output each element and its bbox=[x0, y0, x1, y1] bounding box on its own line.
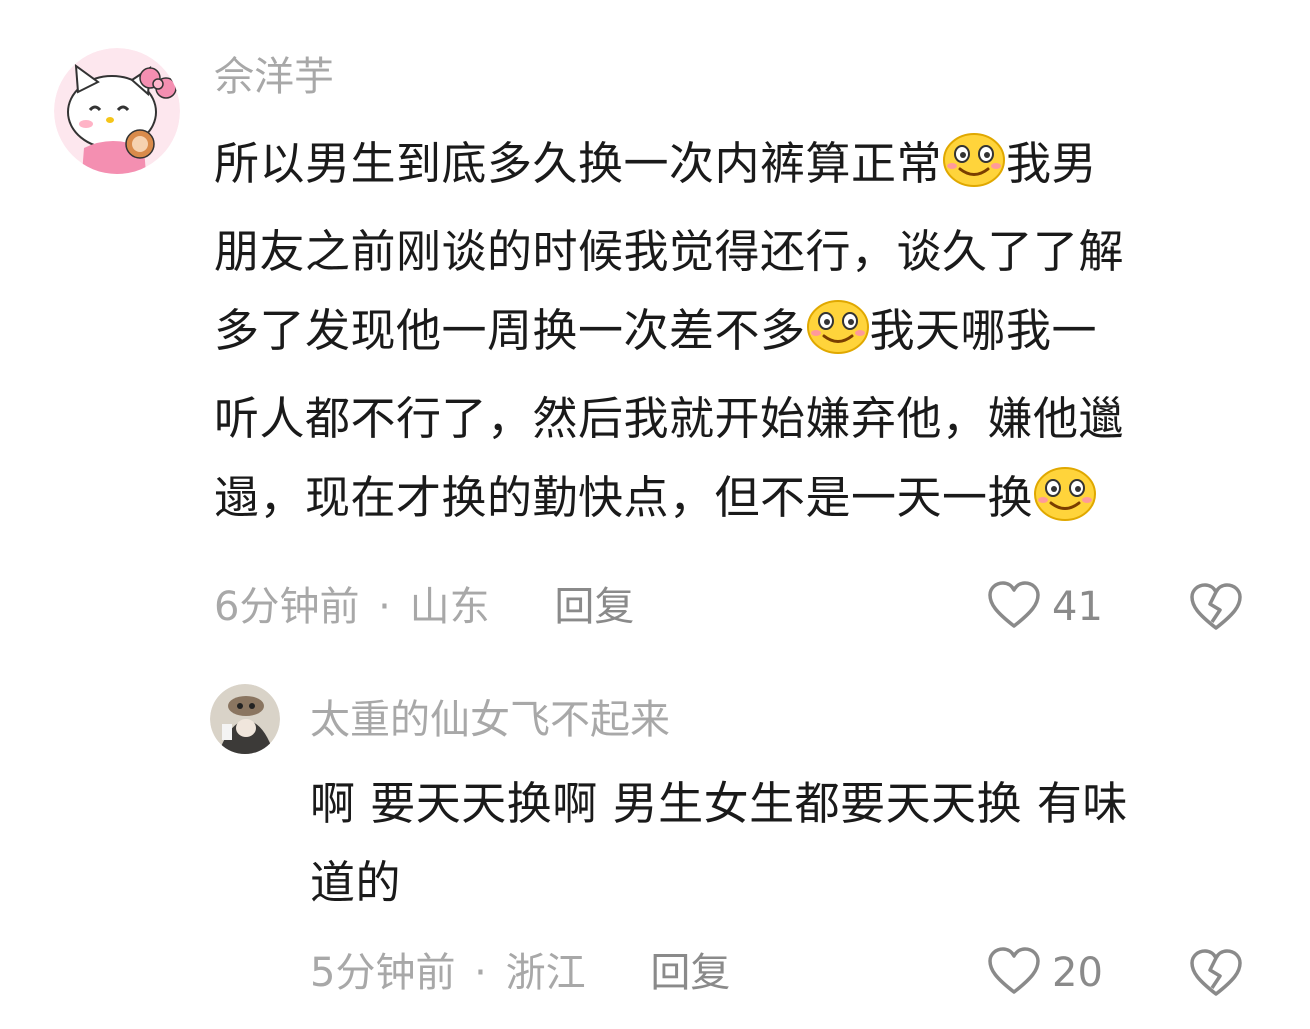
comment-text-line: 所以男生到底多久换一次内裤算正常 我男 bbox=[214, 124, 1274, 212]
comment-text-line: 遢，现在才换的勤快点，但不是一天一换 bbox=[214, 458, 1274, 546]
comment-text: 啊 要天天换啊 男生女生都要天天换 有味 道的 bbox=[310, 764, 1270, 922]
comment-text-line: 听人都不行了，然后我就开始嫌弃他，嫌他邋 bbox=[214, 392, 1125, 445]
comment-location: 浙江 bbox=[505, 950, 586, 996]
comment-thread: 佘洋芋 所以男生到底多久换一次内裤算正常 我男 朋友之前刚谈的时候我觉得还行，谈久… bbox=[0, 0, 1310, 1029]
comment-time: 6分钟前 bbox=[214, 584, 360, 630]
broken-heart-icon bbox=[1188, 583, 1244, 636]
comment-text-segment: 我男 bbox=[1006, 137, 1098, 190]
dislike-button[interactable] bbox=[1188, 948, 1244, 1002]
smile-emoji-icon bbox=[942, 132, 1006, 212]
avatar[interactable] bbox=[54, 48, 180, 174]
comment-text-segment: 我天哪我一 bbox=[869, 304, 1098, 357]
comment-text-line: 朋友之前刚谈的时候我觉得还行，谈久了了解 bbox=[214, 225, 1125, 278]
comment-meta: 5分钟前 · 浙江 回复 bbox=[310, 946, 730, 1000]
smile-emoji-icon bbox=[806, 299, 870, 379]
meta-separator: · bbox=[474, 950, 487, 996]
comment-meta: 6分钟前 · 山东 回复 bbox=[214, 580, 634, 634]
reply-button[interactable]: 回复 bbox=[650, 950, 730, 996]
comment-text-line: 道的 bbox=[310, 856, 402, 909]
comment-item: 佘洋芋 所以男生到底多久换一次内裤算正常 我男 朋友之前刚谈的时候我觉得还行，谈久… bbox=[0, 0, 1310, 660]
comment-text-segment: 遢，现在才换的勤快点，但不是一天一换 bbox=[214, 471, 1034, 524]
smile-emoji-icon bbox=[1033, 466, 1097, 546]
comment-username[interactable]: 佘洋芋 bbox=[214, 50, 334, 104]
comment-text-line: 啊 要天天换啊 男生女生都要天天换 有味 bbox=[310, 777, 1128, 830]
comment-location: 山东 bbox=[409, 584, 490, 630]
comment-text: 所以男生到底多久换一次内裤算正常 我男 朋友之前刚谈的时候我觉得还行，谈久了了解 … bbox=[214, 124, 1274, 546]
heart-icon bbox=[986, 946, 1042, 1000]
dislike-button[interactable] bbox=[1188, 582, 1244, 636]
comment-time: 5分钟前 bbox=[310, 950, 456, 996]
broken-heart-icon bbox=[1188, 949, 1244, 1002]
heart-icon bbox=[986, 580, 1042, 634]
comment-text-segment: 多了发现他一周换一次差不多 bbox=[214, 304, 806, 357]
comment-text-line: 多了发现他一周换一次差不多 我天哪我一 bbox=[214, 291, 1274, 379]
like-button[interactable]: 41 bbox=[986, 580, 1103, 634]
comment-text-segment: 所以男生到底多久换一次内裤算正常 bbox=[214, 137, 943, 190]
reply-item: 太重的仙女飞不起来 啊 要天天换啊 男生女生都要天天换 有味 道的 5分钟前 ·… bbox=[0, 660, 1310, 1029]
avatar[interactable] bbox=[210, 684, 280, 754]
like-count: 20 bbox=[1052, 950, 1103, 996]
comment-username[interactable]: 太重的仙女飞不起来 bbox=[310, 693, 670, 747]
reply-button[interactable]: 回复 bbox=[554, 584, 634, 630]
meta-separator: · bbox=[378, 584, 391, 630]
like-count: 41 bbox=[1052, 584, 1103, 630]
like-button[interactable]: 20 bbox=[986, 946, 1103, 1000]
